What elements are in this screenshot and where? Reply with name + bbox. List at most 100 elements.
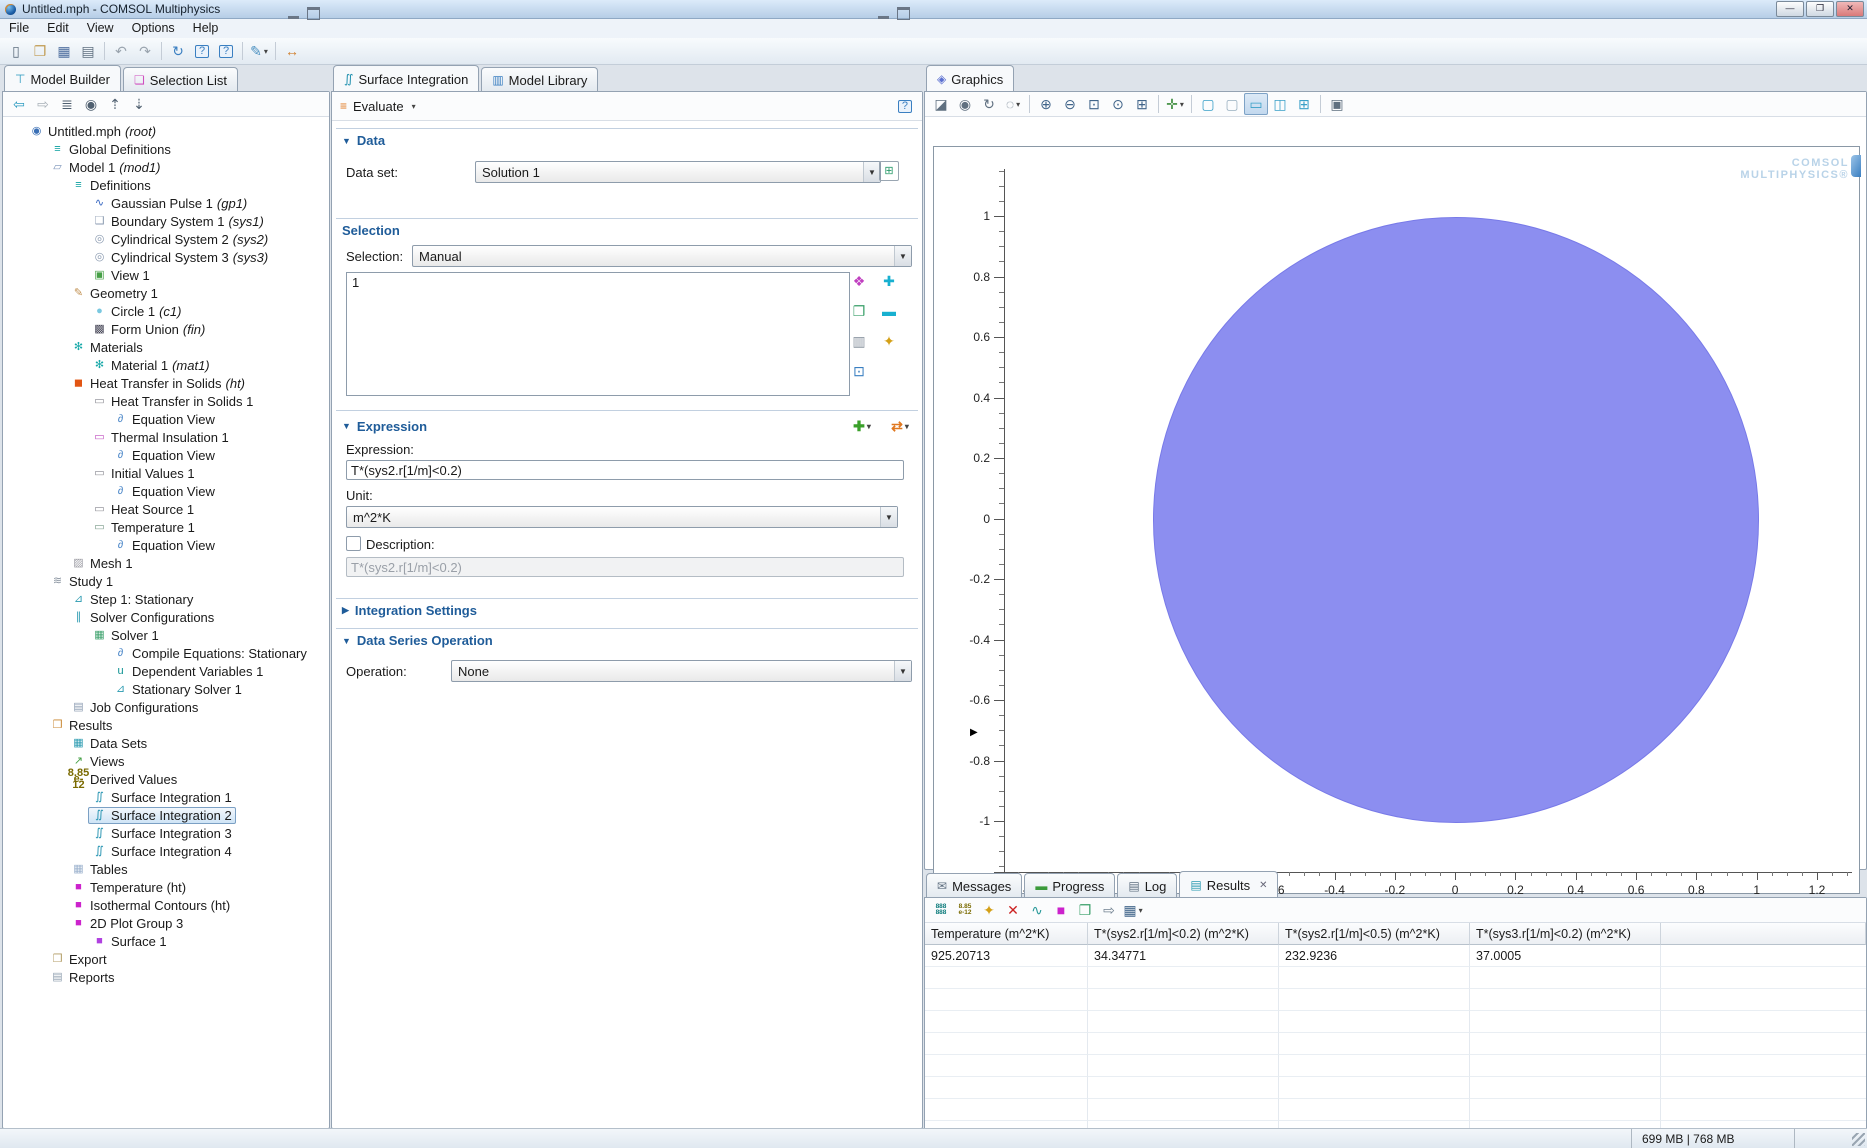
selection-combo[interactable]: Manual ▼ <box>412 245 912 267</box>
point-select-button[interactable]: ⊞ <box>1292 93 1316 115</box>
tree-item-mesh-1[interactable]: ▨Mesh 1 <box>3 554 329 572</box>
default-view-button[interactable]: ✛▾ <box>1163 93 1187 115</box>
chevron-down-icon[interactable]: ▼ <box>894 661 911 681</box>
scientific-notation-button[interactable]: 8.85e-12 <box>953 899 977 921</box>
snapshot-button[interactable]: ▣ <box>1325 93 1349 115</box>
delete-table-button[interactable]: ✕ <box>1001 899 1025 921</box>
menu-file[interactable]: File <box>0 19 38 38</box>
tree-item-global-definitions[interactable]: ≡Global Definitions <box>3 140 329 158</box>
help-button[interactable]: ? <box>190 40 214 62</box>
selection-list-item[interactable]: 1 <box>352 275 844 290</box>
tree-item-surface-integration-3[interactable]: ∬Surface Integration 3 <box>3 824 329 842</box>
results-tab[interactable]: ▤Results✕ <box>1179 871 1278 898</box>
zoom-in-button[interactable]: ⊕ <box>1034 93 1058 115</box>
column-header-3[interactable]: T*(sys2.r[1/m]<0.5) (m^2*K) <box>1279 923 1470 945</box>
deselect-button[interactable]: ▢ <box>1220 93 1244 115</box>
selection-section-header[interactable]: Selection <box>336 218 918 241</box>
paste-selection-button[interactable]: ▥ <box>850 332 868 350</box>
tree-item-heat-source-1[interactable]: ▭Heat Source 1 <box>3 500 329 518</box>
tree-item-geometry-1[interactable]: ✎Geometry 1 <box>3 284 329 302</box>
tree-item-material-1-mat1[interactable]: ✻Material 1(mat1) <box>3 356 329 374</box>
tree-item-materials[interactable]: ✻Materials <box>3 338 329 356</box>
hide-selected-button[interactable]: ◌▾ <box>1001 93 1025 115</box>
close-tab-icon[interactable]: ✕ <box>1259 880 1267 891</box>
chevron-down-icon[interactable]: ▾ <box>867 422 871 431</box>
window-close-button[interactable]: ✕ <box>1836 1 1864 17</box>
tree-item-solver-configurations[interactable]: ∥Solver Configurations <box>3 608 329 626</box>
update-solution-button[interactable]: ↻ <box>166 40 190 62</box>
tree-item-temperature-ht[interactable]: ■Temperature (ht) <box>3 878 329 896</box>
maximize-panel-icon[interactable] <box>307 7 320 20</box>
tree-item-temperature-1[interactable]: ▭Temperature 1 <box>3 518 329 536</box>
tree-item-export[interactable]: ❒Export <box>3 950 329 968</box>
tree-item-equation-view[interactable]: ∂Equation View <box>3 410 329 428</box>
chevron-down-icon[interactable]: ▼ <box>863 162 880 182</box>
replace-expression-button[interactable]: ⇄▾ <box>888 415 912 437</box>
copy-selection-button[interactable]: ❐ <box>850 302 868 320</box>
tree-item-definitions[interactable]: ≡Definitions <box>3 176 329 194</box>
new-button[interactable]: ▯ <box>4 40 28 62</box>
tree-item-surface-integration-4[interactable]: ∬Surface Integration 4 <box>3 842 329 860</box>
tree-item-data-sets[interactable]: ▦Data Sets <box>3 734 329 752</box>
zoom-extents-button[interactable]: ⊞ <box>1130 93 1154 115</box>
expression-input[interactable] <box>346 460 904 480</box>
tree-item-results[interactable]: ❒Results <box>3 716 329 734</box>
table-cell[interactable]: 925.20713 <box>925 945 1088 967</box>
redo-button[interactable]: ↷ <box>133 40 157 62</box>
collapse-all-button[interactable]: ≣ <box>55 93 79 115</box>
table-cell[interactable]: 37.0005 <box>1470 945 1661 967</box>
column-header-4[interactable]: T*(sys3.r[1/m]<0.2) (m^2*K) <box>1470 923 1661 945</box>
selection-listbox[interactable]: 1 <box>346 272 850 396</box>
zoom-box-button[interactable]: ⊡ <box>1082 93 1106 115</box>
tree-item-derived-values[interactable]: 8.85e-12Derived Values <box>3 770 329 788</box>
remove-selection-button[interactable]: ▬ <box>880 302 898 320</box>
table-cell[interactable]: 34.34771 <box>1088 945 1279 967</box>
section-help-icon[interactable]: ? <box>898 100 912 113</box>
maximize-panel-icon[interactable] <box>897 7 910 20</box>
zoom-selected-button[interactable]: ⊙ <box>1106 93 1130 115</box>
chevron-down-icon[interactable]: ▼ <box>894 246 911 266</box>
evaluate-button[interactable]: Evaluate <box>353 99 404 114</box>
operation-combo[interactable]: None ▼ <box>451 660 912 682</box>
documentation-button[interactable]: ? <box>214 40 238 62</box>
plot-surface-circle[interactable] <box>1153 217 1759 823</box>
tree-item-stationary-solver-1[interactable]: ⊿Stationary Solver 1 <box>3 680 329 698</box>
surface-integration-tab[interactable]: ∬Surface Integration <box>333 65 479 92</box>
visibility-button[interactable]: ◉ <box>953 93 977 115</box>
zoom-out-button[interactable]: ⊖ <box>1058 93 1082 115</box>
table-graph-button[interactable]: ∿ <box>1025 899 1049 921</box>
chevron-down-icon[interactable]: ▾ <box>905 422 909 431</box>
display-button[interactable]: ▦▾ <box>1121 899 1145 921</box>
expression-section-header[interactable]: ▼ Expression ✚▾⇄▾ <box>336 410 918 440</box>
forward-button[interactable]: ⇨ <box>31 93 55 115</box>
resize-grip[interactable] <box>1852 1133 1865 1146</box>
tree-item-gaussian-pulse-1-gp1[interactable]: ∿Gaussian Pulse 1(gp1) <box>3 194 329 212</box>
tree-item-heat-transfer-in-solids-ht[interactable]: ◼Heat Transfer in Solids(ht) <box>3 374 329 392</box>
chevron-down-icon[interactable]: ▾ <box>1139 906 1143 915</box>
tree-item-isothermal-contours-ht[interactable]: ■Isothermal Contours (ht) <box>3 896 329 914</box>
new-solution-button[interactable]: ⊞ <box>879 161 899 181</box>
export-table-button[interactable]: ⇨ <box>1097 899 1121 921</box>
create-selection-button[interactable]: ❖ <box>850 272 868 290</box>
tree-item-heat-transfer-in-solids-1[interactable]: ▭Heat Transfer in Solids 1 <box>3 392 329 410</box>
chevron-down-icon[interactable]: ▾ <box>1016 100 1020 109</box>
tree-item-initial-values-1[interactable]: ▭Initial Values 1 <box>3 464 329 482</box>
chevron-down-icon[interactable]: ▾ <box>1180 100 1184 109</box>
evaluate-caret-icon[interactable]: ▾ <box>412 102 416 111</box>
tree-item-2d-plot-group-3[interactable]: ■2D Plot Group 3 <box>3 914 329 932</box>
single-select-button[interactable]: ▭ <box>1244 93 1268 115</box>
back-button[interactable]: ⇦ <box>7 93 31 115</box>
tree-item-surface-integration-2[interactable]: ∬Surface Integration 2 <box>3 806 329 824</box>
tree-item-solver-1[interactable]: ▦Solver 1 <box>3 626 329 644</box>
move-up-button[interactable]: ⇡ <box>103 93 127 115</box>
tree-item-surface-1[interactable]: ■Surface 1 <box>3 932 329 950</box>
log-tab[interactable]: ▤Log <box>1117 873 1177 898</box>
plot-button[interactable]: ✎▾ <box>247 40 271 62</box>
table-row[interactable]: 925.2071334.34771232.923637.0005 <box>925 945 1866 967</box>
tree-item-view-1[interactable]: ▣View 1 <box>3 266 329 284</box>
clear-table-button[interactable]: ✦ <box>977 899 1001 921</box>
tree-item-tables[interactable]: ▦Tables <box>3 860 329 878</box>
tree-item-circle-1-c1[interactable]: ●Circle 1(c1) <box>3 302 329 320</box>
tree-item-surface-integration-1[interactable]: ∬Surface Integration 1 <box>3 788 329 806</box>
tree-item-step-1-stationary[interactable]: ⊿Step 1: Stationary <box>3 590 329 608</box>
